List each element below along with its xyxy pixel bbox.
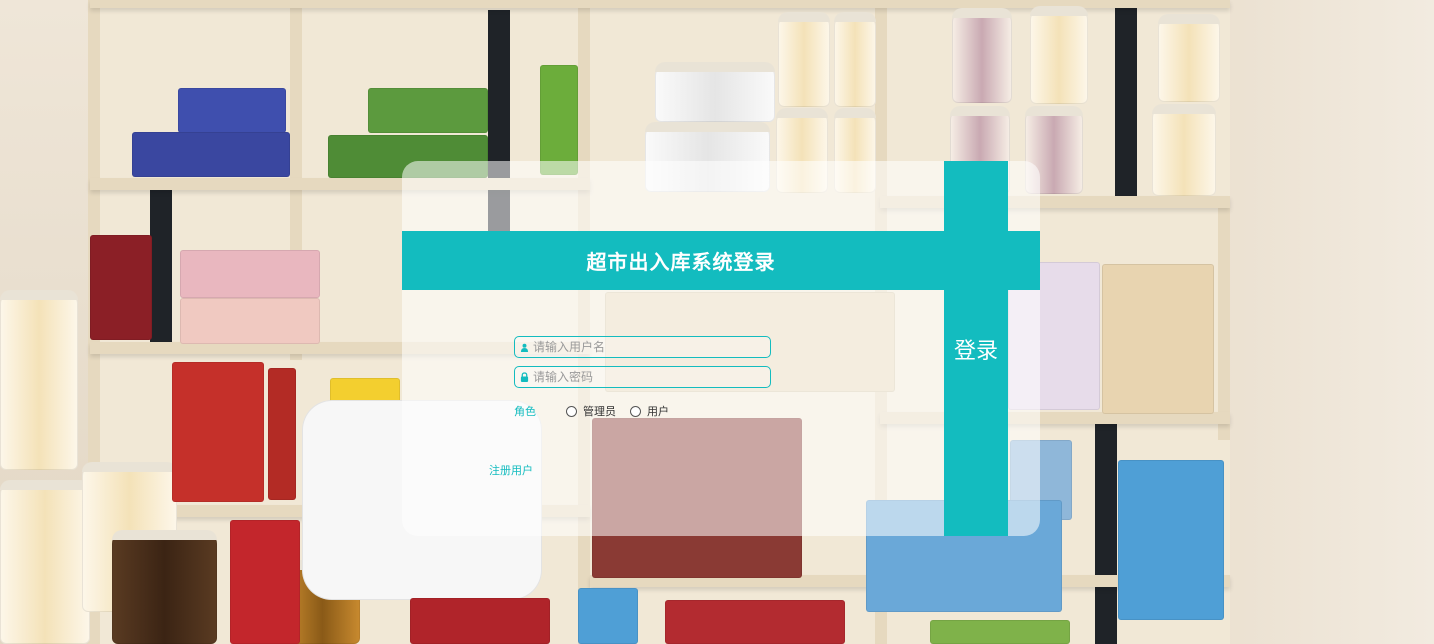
- product-jar: [1158, 14, 1220, 102]
- register-link[interactable]: 注册用户: [489, 462, 533, 478]
- product-jar: [0, 290, 78, 470]
- radio-admin[interactable]: [566, 405, 577, 417]
- product-can: [540, 65, 578, 175]
- password-field[interactable]: [514, 366, 771, 388]
- login-title: 超市出入库系统登录: [586, 250, 776, 274]
- shelf-post: [150, 185, 172, 345]
- product-folder: [90, 235, 152, 340]
- product-bag: [172, 362, 264, 502]
- username-input[interactable]: [533, 340, 753, 354]
- product-box: [180, 298, 320, 344]
- login-card: 超市出入库系统登录 角色 管理员 用户 注册用户: [402, 161, 1040, 536]
- user-icon: [515, 343, 533, 352]
- product-box: [230, 520, 300, 644]
- shelf-post: [1115, 0, 1137, 200]
- shelf-divider: [1218, 200, 1230, 440]
- role-option-label: 管理员: [583, 405, 616, 418]
- lock-icon: [515, 372, 533, 382]
- role-option-admin[interactable]: 管理员: [566, 403, 616, 419]
- product-box: [930, 620, 1070, 644]
- login-button[interactable]: 登录: [944, 161, 1008, 536]
- product-jar: [0, 480, 90, 644]
- product-jar: [112, 530, 217, 644]
- product-box: [132, 132, 290, 177]
- username-field[interactable]: [514, 336, 771, 358]
- login-button-label: 登录: [953, 338, 998, 364]
- product-jar: [655, 62, 775, 122]
- product-pouch: [1102, 264, 1214, 414]
- shelf-post: [1095, 420, 1117, 644]
- role-option-user[interactable]: 用户: [630, 403, 669, 419]
- product-jar: [778, 12, 830, 107]
- product-box: [410, 598, 550, 644]
- password-input[interactable]: [533, 370, 753, 384]
- product-jar: [952, 8, 1012, 103]
- product-jar: [1152, 104, 1216, 196]
- product-box: [180, 250, 320, 298]
- product-box: [368, 88, 488, 133]
- role-label: 角色: [514, 405, 536, 418]
- product-bag: [268, 368, 296, 500]
- product-pouch: [1118, 460, 1224, 620]
- product-pouch: [578, 588, 638, 644]
- radio-user[interactable]: [630, 405, 641, 417]
- role-selector: 角色 管理员 用户: [514, 402, 683, 420]
- product-box: [665, 600, 845, 644]
- product-jar: [834, 12, 876, 107]
- product-box: [178, 88, 286, 133]
- product-jar: [1030, 6, 1088, 104]
- role-option-label: 用户: [647, 405, 669, 418]
